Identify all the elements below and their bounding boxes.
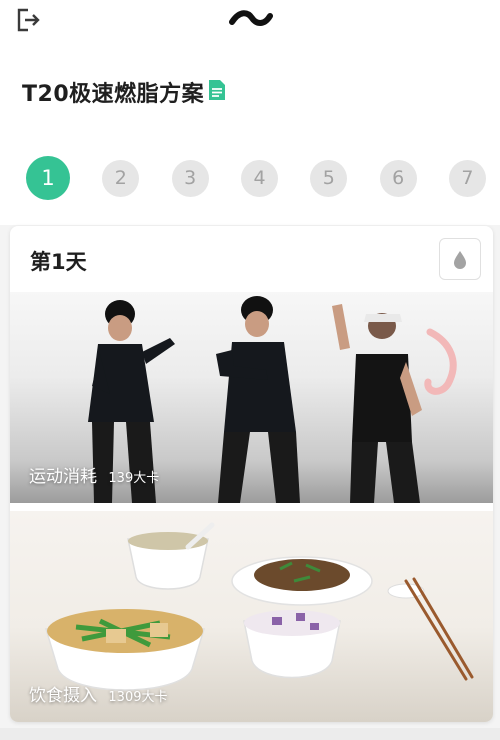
day-title: 第1天 — [30, 250, 87, 274]
document-icon[interactable] — [207, 78, 227, 102]
day-step-4[interactable]: 4 — [240, 159, 278, 197]
plan-header: T20极速燃脂方案 1 2 3 4 5 6 7 — [0, 40, 500, 225]
exercise-panel[interactable]: 运动消耗 139大卡 — [10, 292, 493, 503]
top-bar — [0, 0, 500, 40]
day-stepper: 1 2 3 4 5 6 7 — [26, 156, 486, 200]
bottom-spacer — [0, 728, 500, 740]
day-step-1[interactable]: 1 — [26, 156, 70, 200]
day-step-6[interactable]: 6 — [379, 159, 417, 197]
day-step-7[interactable]: 7 — [448, 159, 486, 197]
exercise-calories: 139大卡 — [108, 471, 160, 486]
tilde-logo-icon — [229, 10, 273, 26]
day-step-5[interactable]: 5 — [310, 159, 348, 197]
diet-panel[interactable]: 饮食摄入 1309大卡 — [10, 511, 493, 722]
diet-label: 饮食摄入 1309大卡 — [29, 681, 168, 706]
diet-title: 饮食摄入 — [29, 686, 97, 706]
water-drop-icon — [454, 250, 466, 269]
exercise-title: 运动消耗 — [29, 467, 97, 487]
water-button[interactable] — [439, 238, 481, 280]
day-step-2[interactable]: 2 — [102, 159, 140, 197]
exit-icon[interactable] — [14, 6, 42, 34]
plan-title: T20极速燃脂方案 — [22, 82, 205, 107]
exercise-label: 运动消耗 139大卡 — [29, 462, 159, 487]
day-card: 第1天 运动消耗 139大卡 饮食摄入 1309大卡 — [10, 226, 493, 722]
diet-calories: 1309大卡 — [108, 690, 168, 705]
day-step-3[interactable]: 3 — [171, 159, 209, 197]
